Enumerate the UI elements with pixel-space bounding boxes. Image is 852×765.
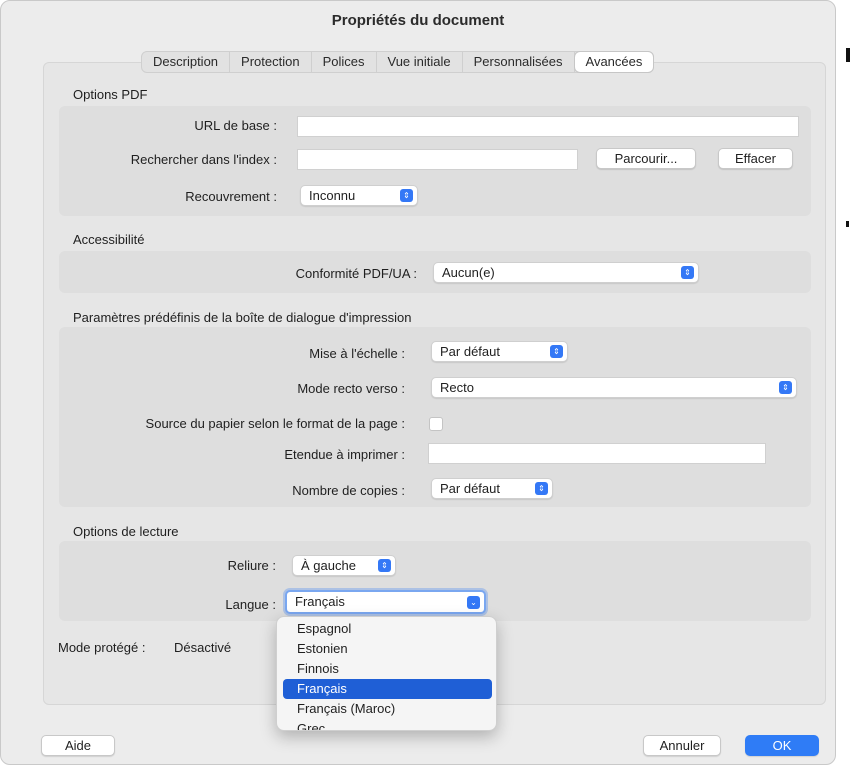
language-option-greek[interactable]: Grec	[283, 719, 492, 730]
ok-button[interactable]: OK	[745, 735, 819, 756]
copies-value: Par défaut	[440, 481, 500, 496]
window-title: Propriétés du document	[331, 12, 505, 29]
tab-initial-view[interactable]: Vue initiale	[377, 52, 463, 72]
updown-chevron-icon: ⇕	[400, 189, 413, 202]
tab-advanced[interactable]: Avancées	[574, 52, 654, 72]
language-select[interactable]: Français ⌄	[285, 590, 486, 614]
cancel-button[interactable]: Annuler	[643, 735, 721, 756]
language-option-finnish[interactable]: Finnois	[283, 659, 492, 679]
updown-chevron-icon: ⇕	[550, 345, 563, 358]
chevron-down-icon: ⌄	[467, 596, 480, 609]
pdfua-label: Conformité PDF/UA :	[295, 266, 417, 281]
background-edge-mark	[846, 221, 849, 227]
trapping-select[interactable]: Inconnu ⇕	[300, 185, 418, 206]
updown-chevron-icon: ⇕	[779, 381, 792, 394]
language-option-french[interactable]: Français	[283, 679, 492, 699]
scaling-value: Par défaut	[440, 344, 500, 359]
updown-chevron-icon: ⇕	[378, 559, 391, 572]
reading-options-heading: Options de lecture	[73, 524, 179, 539]
scaling-select[interactable]: Par défaut ⇕	[431, 341, 568, 362]
base-url-label: URL de base :	[194, 118, 277, 133]
print-range-input[interactable]	[428, 443, 766, 464]
print-presets-heading: Paramètres prédéfinis de la boîte de dia…	[73, 310, 412, 325]
duplex-label: Mode recto verso :	[297, 381, 405, 396]
help-button[interactable]: Aide	[41, 735, 115, 756]
browse-button[interactable]: Parcourir...	[596, 148, 696, 169]
tab-custom[interactable]: Personnalisées	[463, 52, 575, 72]
paper-source-checkbox[interactable]	[429, 417, 443, 431]
copies-select[interactable]: Par défaut ⇕	[431, 478, 553, 499]
duplex-select[interactable]: Recto ⇕	[431, 377, 797, 398]
language-dropdown-menu: Espagnol Estonien Finnois Français Franç…	[276, 616, 497, 731]
protected-mode-value: Désactivé	[174, 640, 232, 655]
tab-description[interactable]: Description	[142, 52, 231, 72]
paper-source-label: Source du papier selon le format de la p…	[145, 416, 405, 431]
print-range-label: Etendue à imprimer :	[284, 447, 405, 462]
scaling-label: Mise à l'échelle :	[309, 346, 405, 361]
accessibility-heading: Accessibilité	[73, 232, 145, 247]
pdfua-select[interactable]: Aucun(e) ⇕	[433, 262, 699, 283]
search-index-input[interactable]	[297, 149, 578, 170]
trapping-value: Inconnu	[309, 188, 356, 203]
copies-label: Nombre de copies :	[292, 483, 405, 498]
tab-fonts[interactable]: Polices	[312, 52, 377, 72]
protected-mode-label: Mode protégé :	[58, 640, 146, 655]
binding-label: Reliure :	[227, 558, 276, 573]
tab-bar: Description Protection Polices Vue initi…	[141, 51, 655, 73]
language-option-french-morocco[interactable]: Français (Maroc)	[283, 699, 492, 719]
updown-chevron-icon: ⇕	[681, 266, 694, 279]
language-value: Français	[295, 594, 345, 609]
search-index-label: Rechercher dans l'index :	[130, 152, 277, 167]
pdf-options-heading: Options PDF	[73, 87, 148, 102]
tab-protection[interactable]: Protection	[230, 52, 312, 72]
binding-select[interactable]: À gauche ⇕	[292, 555, 396, 576]
clear-button[interactable]: Effacer	[718, 148, 793, 169]
background-edge-mark	[846, 48, 850, 62]
language-option-estonian[interactable]: Estonien	[283, 639, 492, 659]
base-url-input[interactable]	[297, 116, 799, 137]
trapping-label: Recouvrement :	[185, 189, 277, 204]
updown-chevron-icon: ⇕	[535, 482, 548, 495]
binding-value: À gauche	[301, 558, 356, 573]
duplex-value: Recto	[440, 380, 474, 395]
language-option-spanish[interactable]: Espagnol	[283, 619, 492, 639]
language-label: Langue :	[225, 597, 276, 612]
pdfua-value: Aucun(e)	[442, 265, 495, 280]
